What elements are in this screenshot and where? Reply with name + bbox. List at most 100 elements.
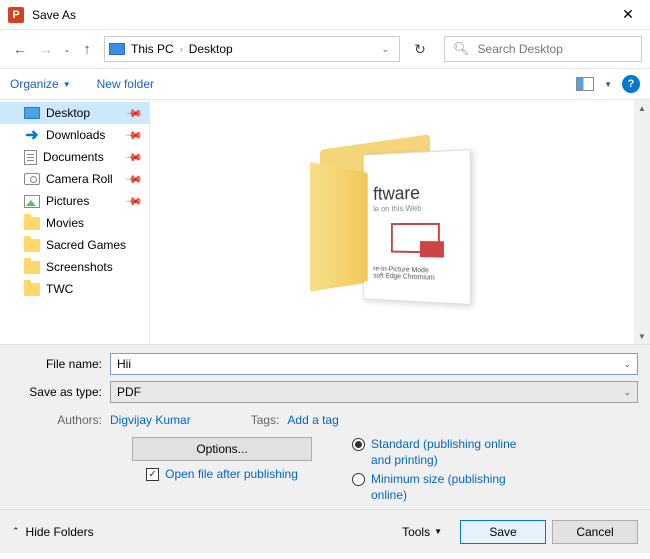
optimize-minimum-radio[interactable]: Minimum size (publishing online) xyxy=(352,472,521,503)
titlebar: P Save As ✕ xyxy=(0,0,650,30)
content-scrollbar[interactable]: ▲ ▼ xyxy=(634,100,650,344)
savetype-label: Save as type: xyxy=(12,385,110,399)
sidebar-item-cameraroll[interactable]: Camera Roll 📌 xyxy=(0,168,149,190)
footer: ⌃ Hide Folders Tools ▼ Save Cancel xyxy=(0,509,650,553)
save-button[interactable]: Save xyxy=(460,520,546,544)
hide-folders-button[interactable]: ⌃ Hide Folders xyxy=(12,525,94,539)
sidebar-item-documents[interactable]: Documents 📌 xyxy=(0,146,149,168)
organize-label: Organize xyxy=(10,77,59,91)
new-folder-label: New folder xyxy=(97,77,154,91)
folder-icon xyxy=(24,217,40,230)
forward-button[interactable]: → xyxy=(34,37,58,61)
toolbar: Organize ▼ New folder ▼ ? xyxy=(0,68,650,100)
scroll-down-icon[interactable]: ▼ xyxy=(634,328,650,344)
body: Desktop 📌 ➜ Downloads 📌 Documents 📌 Came… xyxy=(0,100,650,344)
camera-icon xyxy=(24,173,40,185)
download-icon: ➜ xyxy=(24,125,40,145)
bottom-form: File name: Hii ⌄ Save as type: PDF ⌄ Aut… xyxy=(0,344,650,509)
options-button[interactable]: Options... xyxy=(132,437,312,461)
folder-icon xyxy=(24,283,40,296)
openafter-checkbox[interactable]: ✓ Open file after publishing xyxy=(146,467,298,481)
radio-icon xyxy=(352,473,365,486)
hide-folders-label: Hide Folders xyxy=(26,525,94,539)
caret-up-icon: ⌃ xyxy=(12,526,20,537)
history-dropdown[interactable]: ⌄ xyxy=(60,45,74,54)
authors-label: Authors: xyxy=(12,413,110,427)
sidebar-item-label: Pictures xyxy=(46,194,89,208)
breadcrumb-dropdown[interactable]: ⌄ xyxy=(375,44,395,55)
breadcrumb-pc[interactable]: This PC xyxy=(131,42,174,56)
sidebar-item-downloads[interactable]: ➜ Downloads 📌 xyxy=(0,124,149,146)
sidebar-item-label: Camera Roll xyxy=(46,172,113,186)
search-box[interactable]: 🔍︎ xyxy=(444,36,642,62)
sidebar-item-label: Desktop xyxy=(46,106,90,120)
sidebar-item-screenshots[interactable]: Screenshots xyxy=(0,256,149,278)
savetype-value: PDF xyxy=(117,385,141,399)
search-input[interactable] xyxy=(478,42,633,56)
navbar: ← → ⌄ ↑ This PC › Desktop ⌄ ↻ 🔍︎ xyxy=(0,30,650,68)
scroll-up-icon[interactable]: ▲ xyxy=(634,100,650,116)
breadcrumb-location[interactable]: Desktop xyxy=(189,42,233,56)
sidebar-item-label: Screenshots xyxy=(46,260,113,274)
chevron-right-icon: › xyxy=(180,44,183,54)
tools-button[interactable]: Tools ▼ xyxy=(402,525,442,539)
pin-icon: 📌 xyxy=(125,126,144,145)
chevron-down-icon: ▼ xyxy=(434,527,442,536)
back-button[interactable]: ← xyxy=(8,37,32,61)
app-icon: P xyxy=(8,7,24,23)
sidebar-item-twc[interactable]: TWC xyxy=(0,278,149,300)
filename-label: File name: xyxy=(12,357,110,371)
folder-preview[interactable]: ftware le on this Web re-In-Picture Mode… xyxy=(310,132,490,312)
window-title: Save As xyxy=(32,8,606,22)
pc-icon xyxy=(109,43,125,55)
help-button[interactable]: ? xyxy=(622,75,640,93)
radio-label: Standard (publishing online and printing… xyxy=(371,437,521,468)
view-button[interactable] xyxy=(576,77,594,91)
pin-icon: 📌 xyxy=(125,170,144,189)
tags-value[interactable]: Add a tag xyxy=(287,413,338,427)
document-icon xyxy=(24,150,37,165)
chevron-down-icon: ▼ xyxy=(63,80,71,89)
breadcrumb[interactable]: This PC › Desktop ⌄ xyxy=(104,36,400,62)
sidebar-item-desktop[interactable]: Desktop 📌 xyxy=(0,102,149,124)
pictures-icon xyxy=(24,195,40,208)
search-icon: 🔍︎ xyxy=(453,41,470,57)
filename-value: Hii xyxy=(117,357,131,371)
up-button[interactable]: ↑ xyxy=(76,38,98,60)
optimize-standard-radio[interactable]: Standard (publishing online and printing… xyxy=(352,437,521,468)
folder-icon xyxy=(24,239,40,252)
sidebar-item-sacredgames[interactable]: Sacred Games xyxy=(0,234,149,256)
preview-text: soft Edge Chromium xyxy=(373,273,459,283)
desktop-icon xyxy=(24,107,40,119)
pin-icon: 📌 xyxy=(125,192,144,211)
authors-value[interactable]: Digvijay Kumar xyxy=(110,413,191,427)
checkbox-icon: ✓ xyxy=(146,468,159,481)
pin-icon: 📌 xyxy=(125,104,144,123)
savetype-dropdown[interactable]: ⌄ xyxy=(623,387,631,398)
content-pane[interactable]: ftware le on this Web re-In-Picture Mode… xyxy=(150,100,650,344)
sidebar-item-pictures[interactable]: Pictures 📌 xyxy=(0,190,149,212)
savetype-select[interactable]: PDF ⌄ xyxy=(110,381,638,403)
sidebar-item-label: Movies xyxy=(46,216,84,230)
refresh-button[interactable]: ↻ xyxy=(406,36,434,62)
close-button[interactable]: ✕ xyxy=(606,0,650,30)
sidebar[interactable]: Desktop 📌 ➜ Downloads 📌 Documents 📌 Came… xyxy=(0,100,150,344)
new-folder-button[interactable]: New folder xyxy=(97,77,154,91)
tools-label: Tools xyxy=(402,525,430,539)
radio-icon xyxy=(352,438,365,451)
view-dropdown[interactable]: ▼ xyxy=(604,80,612,89)
openafter-label: Open file after publishing xyxy=(165,467,298,481)
tags-label: Tags: xyxy=(251,413,280,427)
folder-icon xyxy=(24,261,40,274)
preview-text: le on this Web xyxy=(373,203,459,213)
radio-label: Minimum size (publishing online) xyxy=(371,472,521,503)
sidebar-item-label: Documents xyxy=(43,150,104,164)
preview-text: ftware xyxy=(373,182,459,205)
cancel-button[interactable]: Cancel xyxy=(552,520,638,544)
filename-dropdown[interactable]: ⌄ xyxy=(623,359,631,370)
filename-input[interactable]: Hii ⌄ xyxy=(110,353,638,375)
sidebar-item-label: Downloads xyxy=(46,128,105,142)
sidebar-item-label: Sacred Games xyxy=(46,238,126,252)
organize-button[interactable]: Organize ▼ xyxy=(10,77,71,91)
sidebar-item-movies[interactable]: Movies xyxy=(0,212,149,234)
